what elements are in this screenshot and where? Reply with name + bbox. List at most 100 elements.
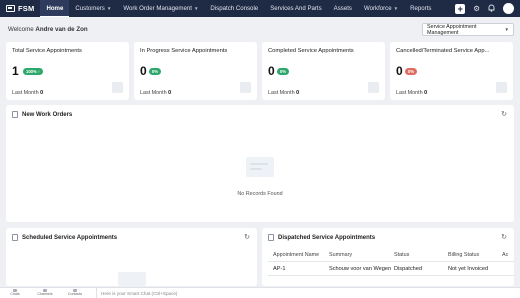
add-button[interactable]: + (455, 3, 466, 14)
welcome-message: Welcome Andre van de Zon (8, 26, 88, 33)
stat-card-cancelled[interactable]: Cancelled/Terminated Service App... 0 0%… (390, 42, 513, 100)
nav-item-dispatch-console[interactable]: Dispatch Console (204, 0, 264, 17)
stat-change-badge: 0% (277, 68, 290, 75)
table-cell-summary: Schouw voor van Wegen (329, 266, 392, 272)
nav-item-reports[interactable]: Reports (404, 0, 437, 17)
view-selector-dropdown[interactable]: Service Appointment Management ▼ (422, 23, 514, 36)
stat-title: Total Service Appointments (12, 48, 82, 54)
bottom-button-label: Channels (37, 292, 53, 296)
app-name: FSM (18, 4, 35, 13)
chart-placeholder-icon (240, 82, 251, 93)
stat-title: In Progress Service Appointments (140, 48, 228, 54)
last-month-stat: Last Month 0 (268, 90, 299, 96)
nav-item-services-and-parts[interactable]: Services And Parts (264, 0, 327, 17)
bell-icon[interactable] (488, 4, 495, 14)
stat-value: 0 (268, 64, 275, 78)
badge-text: 0% (152, 69, 159, 74)
top-navigation-bar: FSM Home Customers ▼ Work Order Managemen… (0, 0, 520, 17)
refresh-icon[interactable]: ↻ (501, 110, 507, 118)
empty-state-illustration (238, 153, 282, 181)
nav-item-customers[interactable]: Customers ▼ (69, 0, 117, 17)
last-month-label: Last Month (140, 90, 167, 96)
stat-change-badge: 100% ↑ (23, 68, 43, 75)
table-divider (268, 275, 514, 276)
last-month-value: 0 (424, 90, 428, 96)
nav-item-home[interactable]: Home (40, 0, 70, 17)
stat-value: 0 (140, 64, 147, 78)
chart-placeholder-icon (368, 82, 379, 93)
last-month-value: 0 (168, 90, 172, 96)
channels-button[interactable]: Channels (30, 289, 60, 297)
chart-placeholder-icon (112, 82, 123, 93)
column-header[interactable]: Billing Status (448, 252, 479, 258)
gear-icon[interactable]: ⚙ (473, 4, 480, 13)
app-logo[interactable]: FSM (0, 0, 40, 17)
fsm-logo-icon (6, 5, 15, 12)
badge-text: 0% (280, 69, 287, 74)
empty-illustration-box (246, 157, 274, 177)
view-selector-value: Service Appointment Management (427, 23, 477, 36)
welcome-prefix: Welcome (8, 26, 36, 33)
nav-label: Work Order Management (123, 5, 192, 12)
user-name: Andre van de Zon (35, 26, 88, 33)
empty-illustration-box (118, 272, 146, 286)
stat-value: 1 (12, 64, 19, 78)
panel-title: Scheduled Service Appointments (22, 234, 118, 241)
stat-card-total[interactable]: Total Service Appointments 1 100% ↑ Last… (6, 42, 129, 100)
chats-button[interactable]: Chats (0, 289, 30, 297)
table-cell-status: Dispatched (394, 266, 422, 272)
bottom-button-label: Contacts (67, 292, 83, 296)
empty-illustration-line (250, 163, 268, 165)
panel-header: Dispatched Service Appointments (268, 234, 375, 241)
last-month-stat: Last Month 0 (140, 90, 171, 96)
stat-change-badge: 0% (149, 68, 162, 75)
chevron-down-icon: ▼ (106, 6, 112, 11)
panel-title: New Work Orders (22, 111, 73, 118)
table-divider (268, 261, 514, 262)
nav-label: Assets (333, 5, 352, 12)
nav-label: Services And Parts (270, 5, 322, 12)
last-month-label: Last Month (12, 90, 39, 96)
nav-actions: + ⚙ (455, 3, 520, 14)
refresh-icon[interactable]: ↻ (244, 233, 250, 241)
table-cell-appointment-name[interactable]: AP-1 (273, 266, 285, 272)
bottom-chat-bar: Chats Channels Contacts Here is your Sma… (0, 287, 520, 298)
nav-label: Dispatch Console (210, 5, 259, 12)
stat-value: 0 (396, 64, 403, 78)
column-header[interactable]: Status (394, 252, 409, 258)
stat-card-in-progress[interactable]: In Progress Service Appointments 0 0% La… (134, 42, 257, 100)
badge-text: 100% (26, 69, 37, 74)
refresh-icon[interactable]: ↻ (501, 233, 507, 241)
empty-illustration-line (250, 168, 262, 170)
last-month-value: 0 (296, 90, 300, 96)
document-icon (268, 234, 274, 241)
column-header[interactable]: Summary (329, 252, 352, 258)
last-month-stat: Last Month 0 (12, 90, 43, 96)
nav-item-work-order-management[interactable]: Work Order Management ▼ (117, 0, 204, 17)
last-month-stat: Last Month 0 (396, 90, 427, 96)
stat-card-completed[interactable]: Completed Service Appointments 0 0% Last… (262, 42, 385, 100)
bottom-button-label: Chats (10, 292, 20, 296)
last-month-label: Last Month (396, 90, 423, 96)
nav-item-workforce[interactable]: Workforce ▼ (358, 0, 404, 17)
table-cell-billing-status: Not yet Invoiced (448, 266, 489, 272)
nav-label: Home (46, 4, 64, 12)
scheduled-appointments-panel: Scheduled Service Appointments ↻ (6, 228, 257, 286)
column-header[interactable]: Ac (502, 252, 508, 258)
new-work-orders-panel: New Work Orders ↻ No Records Found (6, 105, 514, 222)
arrow-up-icon: ↑ (37, 69, 40, 74)
document-icon (12, 234, 18, 241)
nav-label: Reports (410, 5, 432, 12)
nav-item-assets[interactable]: Assets (328, 0, 358, 17)
panel-title: Dispatched Service Appointments (278, 234, 376, 241)
column-header[interactable]: Appointment Name (273, 252, 319, 258)
chart-placeholder-icon (496, 82, 507, 93)
contacts-button[interactable]: Contacts (60, 289, 90, 297)
user-avatar[interactable] (503, 3, 514, 14)
smart-chat-input[interactable]: Here is your Smart Chat (Ctrl+Space) (96, 287, 177, 298)
no-records-text: No Records Found (237, 191, 283, 197)
stat-title: Completed Service Appointments (268, 48, 354, 54)
panel-header: Scheduled Service Appointments (12, 234, 117, 241)
stat-change-badge: 0% (405, 68, 418, 75)
stat-title: Cancelled/Terminated Service App... (396, 48, 490, 54)
